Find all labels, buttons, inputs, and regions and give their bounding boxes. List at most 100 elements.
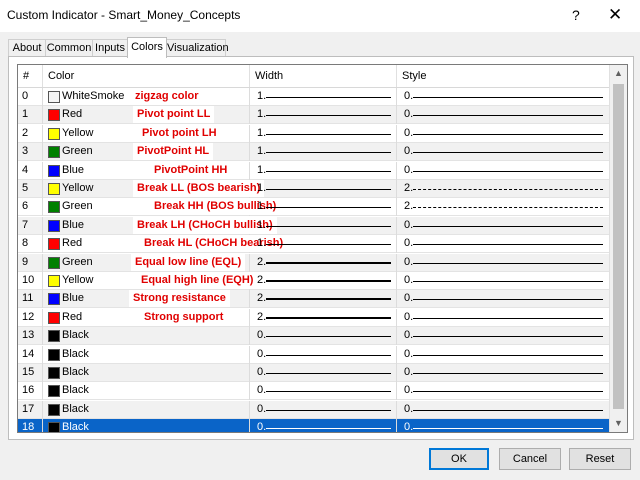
width-cell[interactable]: 1. [250, 143, 397, 162]
color-swatch[interactable] [48, 422, 60, 432]
reset-button[interactable]: Reset [569, 448, 631, 470]
color-swatch[interactable] [48, 183, 60, 195]
style-cell[interactable]: 2. [397, 198, 609, 216]
color-cell[interactable]: Blue PivotPoint HH [43, 161, 250, 180]
color-cell[interactable]: Blue Break LH (CHoCH bullish) [43, 216, 277, 235]
table-row[interactable]: 12 Red Strong support 2. 0. [18, 308, 609, 327]
tab-about[interactable]: About [8, 39, 46, 57]
table-row[interactable]: 15 Black 0. 0. [18, 364, 609, 382]
scroll-up-icon[interactable]: ▲ [610, 65, 627, 82]
close-icon[interactable]: ✕ [608, 5, 622, 25]
width-cell[interactable]: 1. [250, 88, 397, 106]
tab-visualization[interactable]: Visualization [166, 39, 229, 57]
table-row[interactable]: 13 Black 0. 0. [18, 327, 609, 346]
width-cell[interactable]: 0. [250, 382, 397, 401]
width-cell[interactable]: 0. [250, 400, 397, 419]
color-swatch[interactable] [48, 201, 60, 214]
table-row[interactable]: 18 Black 0. 0. [18, 419, 609, 432]
color-swatch[interactable] [48, 219, 60, 232]
width-cell[interactable]: 1. [250, 124, 397, 143]
tab-colors[interactable]: Colors [127, 37, 167, 58]
style-cell[interactable]: 0. [397, 382, 609, 400]
color-cell[interactable]: Red Break HL (CHoCH bearish) [43, 235, 288, 254]
color-cell[interactable]: Yellow Break LL (BOS bearish) [43, 180, 265, 198]
color-cell[interactable]: Yellow Equal high line (EQH) [43, 272, 258, 290]
style-cell[interactable]: 0. [397, 235, 609, 253]
width-cell[interactable]: 1. [250, 180, 397, 198]
color-cell[interactable]: Red Strong support [43, 308, 250, 327]
width-cell[interactable]: 2. [250, 253, 397, 272]
style-cell[interactable]: 0. [397, 272, 609, 290]
color-cell[interactable]: Blue Strong resistance [43, 290, 250, 309]
header-num[interactable]: # [18, 65, 43, 87]
style-cell[interactable]: 0. [397, 419, 609, 432]
style-cell[interactable]: 0. [397, 401, 609, 419]
color-cell[interactable]: Black [43, 364, 250, 382]
vertical-scrollbar[interactable]: ▲ ▼ [609, 65, 627, 432]
width-cell[interactable]: 0. [250, 364, 397, 382]
table-row[interactable]: 4 Blue PivotPoint HH 1. 0. [18, 161, 609, 180]
color-cell[interactable]: Black [43, 327, 250, 346]
color-swatch[interactable] [48, 348, 60, 361]
color-cell[interactable]: Red Pivot point LL [43, 106, 250, 125]
scroll-down-icon[interactable]: ▼ [610, 415, 627, 432]
help-button[interactable]: ? [572, 7, 580, 23]
header-color[interactable]: Color [43, 65, 250, 87]
width-cell[interactable]: 2. [250, 290, 397, 309]
color-cell[interactable]: Black [43, 382, 250, 401]
style-cell[interactable]: 0. [397, 106, 609, 124]
style-cell[interactable]: 0. [397, 217, 609, 235]
ok-button[interactable]: OK [429, 448, 489, 470]
width-cell[interactable]: 0. [250, 419, 397, 432]
width-cell[interactable]: 1. [250, 106, 397, 125]
table-row[interactable]: 3 Green PivotPoint HL 1. 0. [18, 143, 609, 162]
style-cell[interactable]: 0. [397, 364, 609, 382]
style-cell[interactable]: 0. [397, 327, 609, 345]
color-swatch[interactable] [48, 311, 60, 324]
color-cell[interactable]: Green Break HH (BOS bullish) [43, 198, 281, 217]
cancel-button[interactable]: Cancel [499, 448, 561, 470]
table-row[interactable]: 6 Green Break HH (BOS bullish) 1. 2. [18, 198, 609, 217]
style-cell[interactable]: 0. [397, 162, 609, 180]
style-cell[interactable]: 0. [397, 125, 609, 143]
table-row[interactable]: 1 Red Pivot point LL 1. 0. [18, 106, 609, 125]
color-cell[interactable]: Black [43, 419, 250, 432]
table-row[interactable]: 17 Black 0. 0. [18, 400, 609, 419]
color-cell[interactable]: Green PivotPoint HL [43, 143, 250, 162]
color-swatch[interactable] [48, 293, 60, 306]
style-cell[interactable]: 0. [397, 346, 609, 364]
color-swatch[interactable] [48, 127, 60, 140]
style-cell[interactable]: 0. [397, 290, 609, 308]
style-cell[interactable]: 0. [397, 309, 609, 327]
color-swatch[interactable] [48, 385, 60, 398]
color-cell[interactable]: Yellow Pivot point LH [43, 124, 250, 143]
table-row[interactable]: 8 Red Break HL (CHoCH bearish) 1. 0. [18, 235, 609, 254]
style-cell[interactable]: 0. [397, 88, 609, 106]
color-swatch[interactable] [48, 330, 60, 343]
width-cell[interactable]: 1. [250, 198, 397, 217]
color-swatch[interactable] [48, 238, 60, 251]
tab-inputs[interactable]: Inputs [92, 39, 128, 57]
color-swatch[interactable] [48, 275, 60, 287]
table-row[interactable]: 2 Yellow Pivot point LH 1. 0. [18, 124, 609, 143]
table-row[interactable]: 10 Yellow Equal high line (EQH) 2. 0. [18, 272, 609, 290]
table-row[interactable]: 5 Yellow Break LL (BOS bearish) 1. 2. [18, 180, 609, 198]
scroll-thumb[interactable] [613, 84, 624, 409]
table-row[interactable]: 16 Black 0. 0. [18, 382, 609, 401]
color-cell[interactable]: WhiteSmoke zigzag color [43, 88, 250, 106]
color-swatch[interactable] [48, 164, 60, 177]
width-cell[interactable]: 1. [250, 161, 397, 180]
style-cell[interactable]: 2. [397, 180, 609, 198]
table-row[interactable]: 9 Green Equal low line (EQL) 2. 0. [18, 253, 609, 272]
header-style[interactable]: Style [397, 65, 609, 87]
header-width[interactable]: Width [250, 65, 397, 87]
color-swatch[interactable] [48, 146, 60, 159]
color-swatch[interactable] [48, 109, 60, 122]
color-swatch[interactable] [48, 256, 60, 269]
width-cell[interactable]: 1. [250, 216, 397, 235]
table-row[interactable]: 14 Black 0. 0. [18, 345, 609, 364]
tab-common[interactable]: Common [45, 39, 93, 57]
width-cell[interactable]: 0. [250, 345, 397, 364]
color-cell[interactable]: Green Equal low line (EQL) [43, 253, 250, 272]
color-cell[interactable]: Black [43, 345, 250, 364]
